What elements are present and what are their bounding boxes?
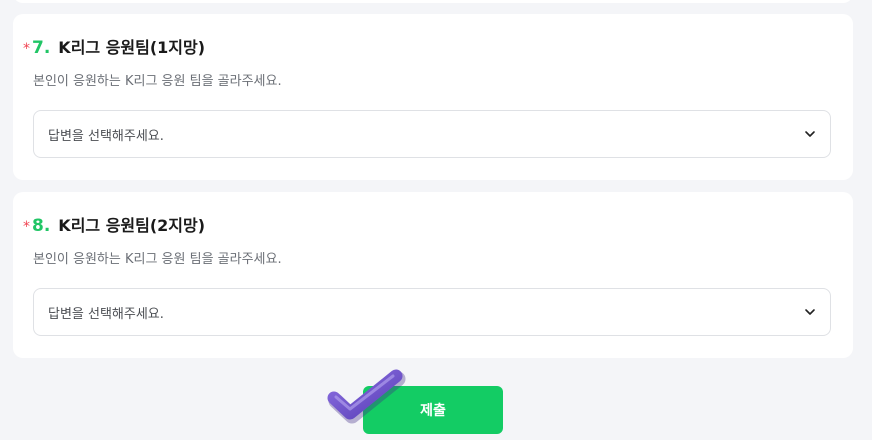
answer-select[interactable]: 답변을 선택해주세요.	[33, 110, 831, 158]
chevron-down-icon	[805, 309, 815, 315]
question-card-8: * 8. K리그 응원팀(2지망) 본인이 응원하는 K리그 응원 팀을 골라주…	[13, 192, 853, 358]
question-card-7: * 7. K리그 응원팀(1지망) 본인이 응원하는 K리그 응원 팀을 골라주…	[13, 14, 853, 180]
previous-question-card	[13, 0, 853, 3]
question-number: 8.	[32, 216, 51, 236]
select-placeholder: 답변을 선택해주세요.	[48, 129, 164, 144]
question-number: 7.	[32, 38, 51, 58]
question-title: K리그 응원팀(1지망)	[58, 38, 206, 57]
survey-page: * 7. K리그 응원팀(1지망) 본인이 응원하는 K리그 응원 팀을 골라주…	[0, 0, 872, 440]
question-description: 본인이 응원하는 K리그 응원 팀을 골라주세요.	[33, 74, 282, 89]
question-title-row: * 8. K리그 응원팀(2지망)	[23, 212, 205, 236]
question-title: K리그 응원팀(2지망)	[58, 216, 206, 235]
chevron-down-icon	[805, 131, 815, 137]
answer-select[interactable]: 답변을 선택해주세요.	[33, 288, 831, 336]
required-mark: *	[23, 219, 30, 235]
question-description: 본인이 응원하는 K리그 응원 팀을 골라주세요.	[33, 252, 282, 267]
submit-button[interactable]: 제출	[363, 386, 503, 434]
question-title-row: * 7. K리그 응원팀(1지망)	[23, 34, 205, 58]
required-mark: *	[23, 41, 30, 57]
select-placeholder: 답변을 선택해주세요.	[48, 307, 164, 322]
